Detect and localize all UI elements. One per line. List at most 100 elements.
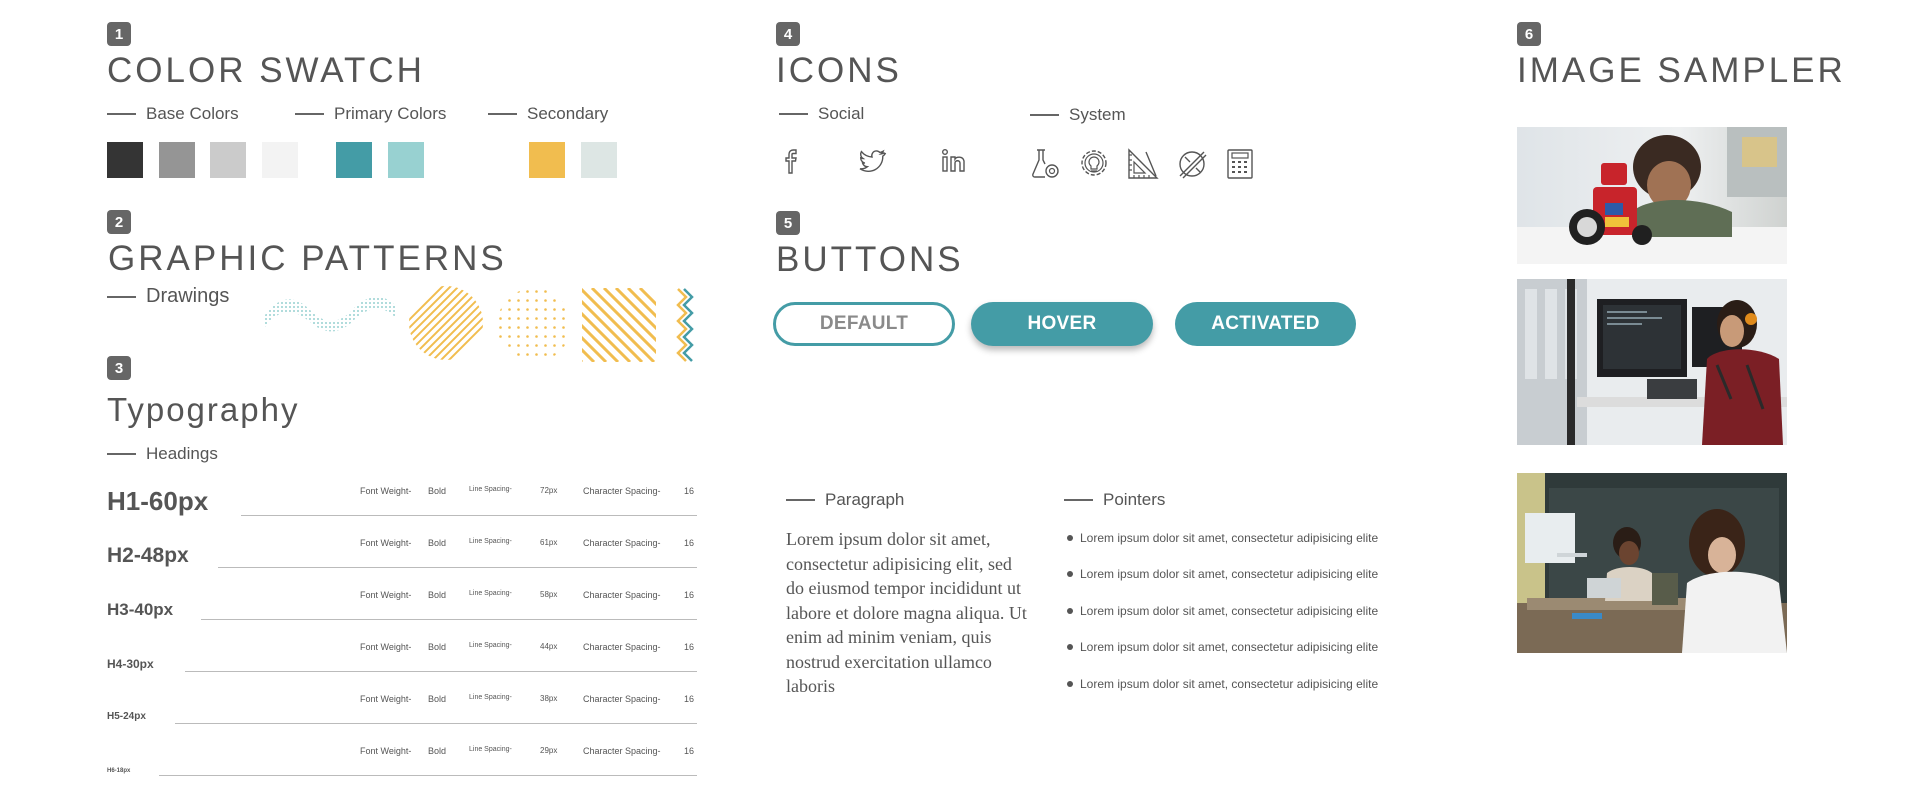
sample-photo-developer-desk <box>1517 279 1787 445</box>
striped-square-pattern <box>582 288 656 362</box>
subheading-secondary: Secondary <box>488 104 608 124</box>
linkedin-icon[interactable] <box>940 146 970 176</box>
subheading-label: Base Colors <box>146 104 239 123</box>
font-weight-label: Font Weight- <box>360 486 412 496</box>
list-item-text: Lorem ipsum dolor sit amet, consectetur … <box>1080 531 1379 545</box>
typography-row: H2-48px Font Weight- Bold Line Spacing- … <box>107 528 697 568</box>
lightbulb-gear-icon <box>1081 150 1107 176</box>
section-number-badge: 3 <box>107 356 131 380</box>
sample-photo-classroom <box>1517 473 1787 653</box>
list-item: Lorem ipsum dolor sit amet, consectetur … <box>1067 604 1378 618</box>
facebook-icon[interactable] <box>780 146 806 176</box>
color-swatch <box>529 142 565 178</box>
line-spacing-value: 44px <box>540 642 558 651</box>
dotted-circle-pattern <box>497 288 571 362</box>
subheading-label: Headings <box>146 444 218 463</box>
font-weight-label: Font Weight- <box>360 694 412 704</box>
bullet-icon <box>1067 644 1073 650</box>
font-weight-label: Font Weight- <box>360 642 412 652</box>
font-weight-value: Bold <box>428 746 447 756</box>
row-divider <box>201 619 697 620</box>
section-number-badge: 5 <box>776 211 800 235</box>
font-weight-value: Bold <box>428 538 447 548</box>
line-spacing-label: Line Spacing- <box>469 590 512 597</box>
character-spacing-value: 16 <box>684 746 695 756</box>
dash-divider <box>107 113 136 115</box>
list-item-text: Lorem ipsum dolor sit amet, consectetur … <box>1080 677 1379 691</box>
font-weight-value: Bold <box>428 642 447 652</box>
color-swatch <box>159 142 195 178</box>
heading-sample: H2-48px <box>107 544 189 567</box>
twitter-icon[interactable] <box>856 146 888 176</box>
subheading-label: Social <box>818 104 865 123</box>
line-spacing-label: Line Spacing- <box>469 694 512 701</box>
section-title-typography: Typography <box>107 391 300 428</box>
subheading-pointers: Pointers <box>1064 490 1165 510</box>
heading-sample: H1-60px <box>107 486 209 516</box>
design-tools-icon <box>1179 151 1207 179</box>
dash-divider <box>107 453 136 455</box>
list-item-text: Lorem ipsum dolor sit amet, consectetur … <box>1080 567 1379 581</box>
typography-row: H1-60px Font Weight- Bold Line Spacing- … <box>107 476 697 516</box>
row-divider <box>241 515 697 516</box>
font-weight-value: Bold <box>428 486 447 496</box>
line-spacing-value: 38px <box>540 694 558 703</box>
list-item-text: Lorem ipsum dolor sit amet, consectetur … <box>1080 604 1379 618</box>
row-divider <box>159 775 697 776</box>
line-spacing-value: 58px <box>540 590 558 599</box>
line-spacing-value: 72px <box>540 486 558 495</box>
font-weight-label: Font Weight- <box>360 746 412 756</box>
font-weight-value: Bold <box>428 694 447 704</box>
subheading-label: System <box>1069 105 1126 124</box>
dash-divider <box>1030 114 1059 116</box>
character-spacing-value: 16 <box>684 486 695 496</box>
line-spacing-label: Line Spacing- <box>469 642 512 649</box>
line-spacing-value: 29px <box>540 746 558 755</box>
subheading-headings: Headings <box>107 444 218 464</box>
heading-sample: H3-40px <box>107 600 174 619</box>
color-swatch <box>336 142 372 178</box>
character-spacing-label: Character Spacing- <box>583 694 661 704</box>
bullet-icon <box>1067 681 1073 687</box>
heading-sample: H5-24px <box>107 711 146 722</box>
row-divider <box>185 671 697 672</box>
row-divider <box>218 567 697 568</box>
list-item: Lorem ipsum dolor sit amet, consectetur … <box>1067 531 1378 545</box>
hover-button[interactable]: HOVER <box>971 302 1153 346</box>
dotted-wave-pattern <box>265 297 395 332</box>
subheading-paragraph: Paragraph <box>786 490 904 510</box>
bullet-icon <box>1067 571 1073 577</box>
list-item-text: Lorem ipsum dolor sit amet, consectetur … <box>1080 640 1379 654</box>
list-item: Lorem ipsum dolor sit amet, consectetur … <box>1067 677 1378 691</box>
heading-sample: H4-30px <box>107 657 154 671</box>
subheading-base-colors: Base Colors <box>107 104 239 124</box>
activated-button[interactable]: ACTIVATED <box>1175 302 1356 346</box>
section-title-graphic-patterns: GRAPHIC PATTERNS <box>108 239 507 278</box>
section-title-buttons: BUTTONS <box>776 240 964 279</box>
subheading-label: Pointers <box>1103 490 1166 509</box>
dash-divider <box>1064 499 1093 501</box>
dash-divider <box>107 295 136 298</box>
paragraph-text: Lorem ipsum dolor sit amet, consectetur … <box>786 529 1027 696</box>
bullet-icon <box>1067 535 1073 541</box>
line-spacing-label: Line Spacing- <box>469 538 512 545</box>
color-swatch <box>388 142 424 178</box>
typography-row: H6-18px Font Weight- Bold Line Spacing- … <box>107 736 697 776</box>
default-button[interactable]: DEFAULT <box>773 302 955 346</box>
subheading-drawings: Drawings <box>107 285 229 308</box>
typography-row: H3-40px Font Weight- Bold Line Spacing- … <box>107 580 697 620</box>
calculator-icon <box>1227 149 1253 179</box>
dash-divider <box>786 499 815 501</box>
section-number-badge: 2 <box>107 210 131 234</box>
section-number-badge: 4 <box>776 22 800 46</box>
typography-row: H5-24px Font Weight- Bold Line Spacing- … <box>107 684 697 724</box>
bullet-icon <box>1067 608 1073 614</box>
font-weight-label: Font Weight- <box>360 590 412 600</box>
section-title-icons: ICONS <box>776 51 902 90</box>
character-spacing-label: Character Spacing- <box>583 642 661 652</box>
zigzag-pattern <box>676 288 694 362</box>
character-spacing-value: 16 <box>684 538 695 548</box>
character-spacing-value: 16 <box>684 642 695 652</box>
row-divider <box>175 723 697 724</box>
color-swatch <box>210 142 246 178</box>
